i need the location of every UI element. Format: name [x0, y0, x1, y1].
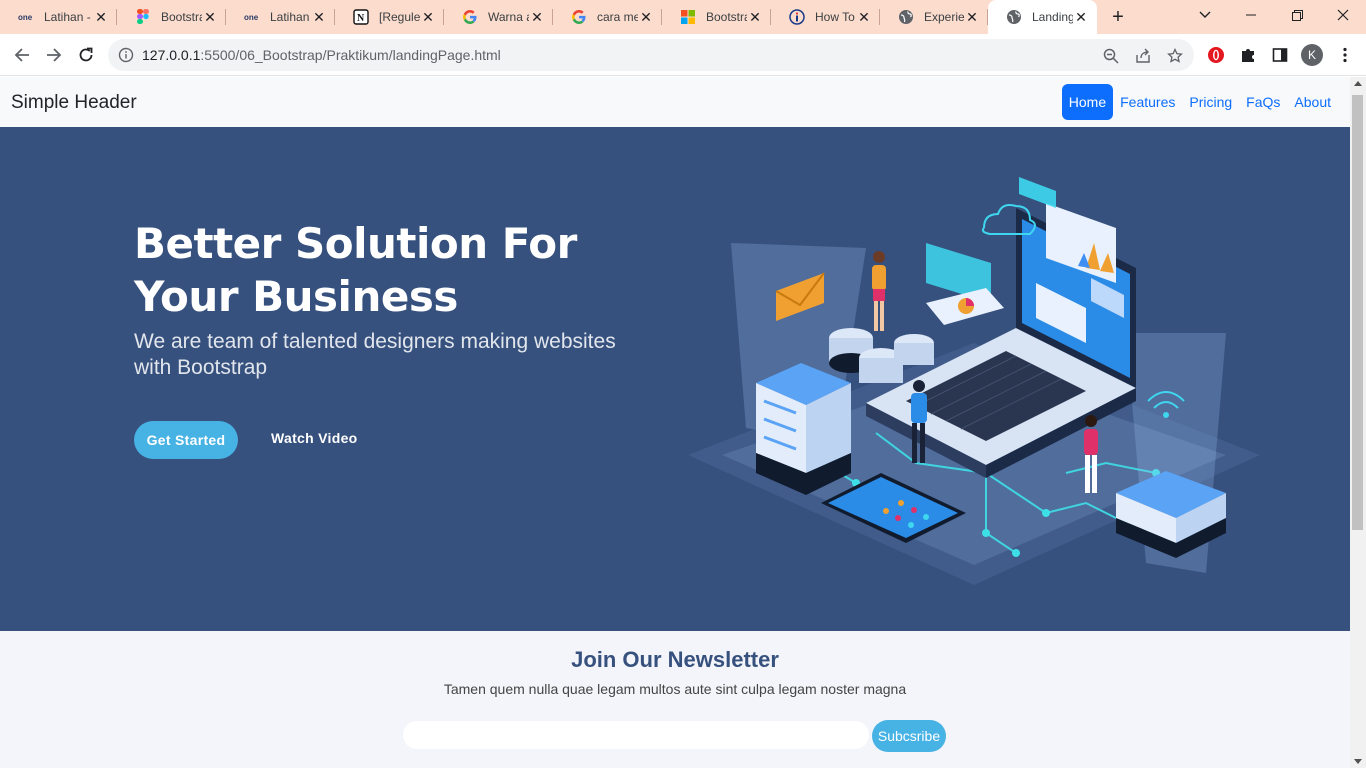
nav-pricing[interactable]: Pricing [1182, 84, 1239, 120]
address-bar[interactable]: 127.0.0.1:5500/06_Bootstrap/Praktikum/la… [108, 39, 1194, 71]
newsletter-form: Subcsribe [403, 720, 947, 752]
hero-illustration [688, 177, 1260, 585]
globe-icon [898, 9, 914, 25]
get-started-button[interactable]: Get Started [134, 421, 238, 459]
page-viewport: Simple Header Home Features Pricing FaQs… [0, 77, 1350, 768]
close-icon[interactable]: ✕ [638, 9, 654, 25]
browser-tab[interactable]: Bootstra ✕ [117, 0, 226, 34]
restore-button[interactable] [1274, 0, 1320, 30]
tab-title: How To [815, 10, 855, 24]
browser-tab[interactable]: one Latihan - ✕ [0, 0, 117, 34]
hero-subtitle: We are team of talented designers making… [134, 330, 616, 379]
close-icon[interactable]: ✕ [747, 9, 763, 25]
google-icon [571, 9, 587, 25]
figma-icon [135, 9, 151, 25]
new-tab-button[interactable]: + [1106, 5, 1130, 29]
close-icon[interactable]: ✕ [1073, 9, 1089, 25]
site-info-icon[interactable] [118, 47, 134, 63]
bookmark-star-icon[interactable] [1166, 47, 1184, 65]
browser-tab[interactable]: Bootstra ✕ [662, 0, 771, 34]
subscribe-button[interactable]: Subcsribe [872, 720, 946, 752]
tab-title: Warna a [488, 10, 529, 24]
nav-faqs[interactable]: FaQs [1239, 84, 1287, 120]
close-icon[interactable]: ✕ [93, 9, 109, 25]
browser-tab[interactable]: N [Reguler ✕ [335, 0, 444, 34]
close-icon[interactable]: ✕ [202, 9, 218, 25]
nav-features[interactable]: Features [1113, 84, 1182, 120]
microsoft-icon [680, 9, 696, 25]
minimize-icon [1246, 14, 1256, 16]
newsletter-text: Tamen quem nulla quae legam multos aute … [443, 681, 907, 697]
browser-tab[interactable]: Experien ✕ [880, 0, 988, 34]
newsletter-email-input[interactable] [403, 721, 869, 749]
chevron-down-icon [1199, 11, 1211, 18]
close-icon[interactable]: ✕ [964, 9, 980, 25]
close-window-button[interactable] [1320, 0, 1366, 30]
tab-search-button[interactable] [1182, 0, 1228, 30]
opera-extension-icon[interactable] [1206, 45, 1226, 65]
hero-title: Better Solution For Your Business [134, 219, 577, 321]
newsletter-section: Join Our Newsletter Tamen quem nulla qua… [0, 631, 1350, 768]
forward-button[interactable] [42, 43, 66, 67]
browser-toolbar: 127.0.0.1:5500/06_Bootstrap/Praktikum/la… [0, 34, 1366, 76]
tab-title: [Reguler [379, 10, 420, 24]
zoom-icon[interactable] [1102, 47, 1120, 65]
close-icon[interactable]: ✕ [420, 9, 436, 25]
arrow-right-icon [47, 48, 62, 62]
tab-title: Latihan - [44, 10, 91, 24]
google-icon [462, 9, 478, 25]
site-brand[interactable]: Simple Header [11, 92, 137, 114]
globe-icon [1006, 9, 1022, 25]
close-icon[interactable]: ✕ [311, 9, 327, 25]
close-icon[interactable]: ✕ [529, 9, 545, 25]
restore-icon [1291, 9, 1303, 21]
scrollbar-thumb[interactable] [1352, 95, 1363, 530]
svg-text:one: one [18, 13, 33, 22]
scroll-down-arrow-icon[interactable] [1354, 759, 1362, 764]
browser-tab[interactable]: one Latihan - ✕ [226, 0, 335, 34]
onenote-icon: one [18, 9, 34, 25]
page-scrollbar[interactable] [1350, 77, 1366, 768]
tab-title: Experien [924, 10, 964, 24]
onenote-icon: one [244, 9, 260, 25]
url-path: :5500/06_Bootstrap/Praktikum/landingPage… [200, 47, 501, 63]
browser-tab[interactable]: How To ✕ [771, 0, 880, 34]
share-icon[interactable] [1134, 47, 1152, 65]
side-panel-icon[interactable] [1270, 45, 1290, 65]
site-nav: Home Features Pricing FaQs About [1061, 84, 1338, 120]
svg-text:one: one [244, 13, 259, 22]
site-header: Simple Header Home Features Pricing FaQs… [0, 77, 1350, 127]
notion-icon: N [353, 9, 369, 25]
kebab-menu-icon[interactable] [1335, 45, 1355, 65]
nav-home[interactable]: Home [1061, 84, 1114, 120]
nav-about[interactable]: About [1287, 84, 1338, 120]
browser-tab[interactable]: cara mer ✕ [553, 0, 662, 34]
tab-title: Bootstra [706, 10, 747, 24]
watch-video-link[interactable]: Watch Video [271, 430, 358, 446]
url-host: 127.0.0.1 [142, 47, 201, 63]
browser-tab-strip: one Latihan - ✕ Bootstra ✕ one Latihan -… [0, 0, 1366, 34]
newsletter-title: Join Our Newsletter [571, 647, 779, 672]
close-icon [1337, 9, 1349, 21]
hero-section: Better Solution For Your Business We are… [0, 127, 1350, 631]
tab-title: Landing [1032, 10, 1073, 24]
tab-title: Latihan - [270, 10, 311, 24]
tab-title: Bootstra [161, 10, 202, 24]
reload-icon [79, 47, 93, 62]
info-icon [789, 9, 805, 25]
extensions-puzzle-icon[interactable] [1238, 45, 1258, 65]
arrow-left-icon [14, 48, 29, 62]
tab-title: cara mer [597, 10, 638, 24]
url-text: 127.0.0.1:5500/06_Bootstrap/Praktikum/la… [142, 47, 501, 63]
svg-text:N: N [357, 13, 365, 24]
browser-tab[interactable]: Warna a ✕ [444, 0, 553, 34]
browser-tab-active[interactable]: Landing ✕ [988, 0, 1097, 34]
back-button[interactable] [10, 43, 34, 67]
scroll-up-arrow-icon[interactable] [1354, 81, 1362, 86]
profile-avatar[interactable]: K [1301, 44, 1323, 66]
reload-button[interactable] [74, 43, 98, 67]
close-icon[interactable]: ✕ [856, 9, 872, 25]
minimize-button[interactable] [1228, 0, 1274, 30]
